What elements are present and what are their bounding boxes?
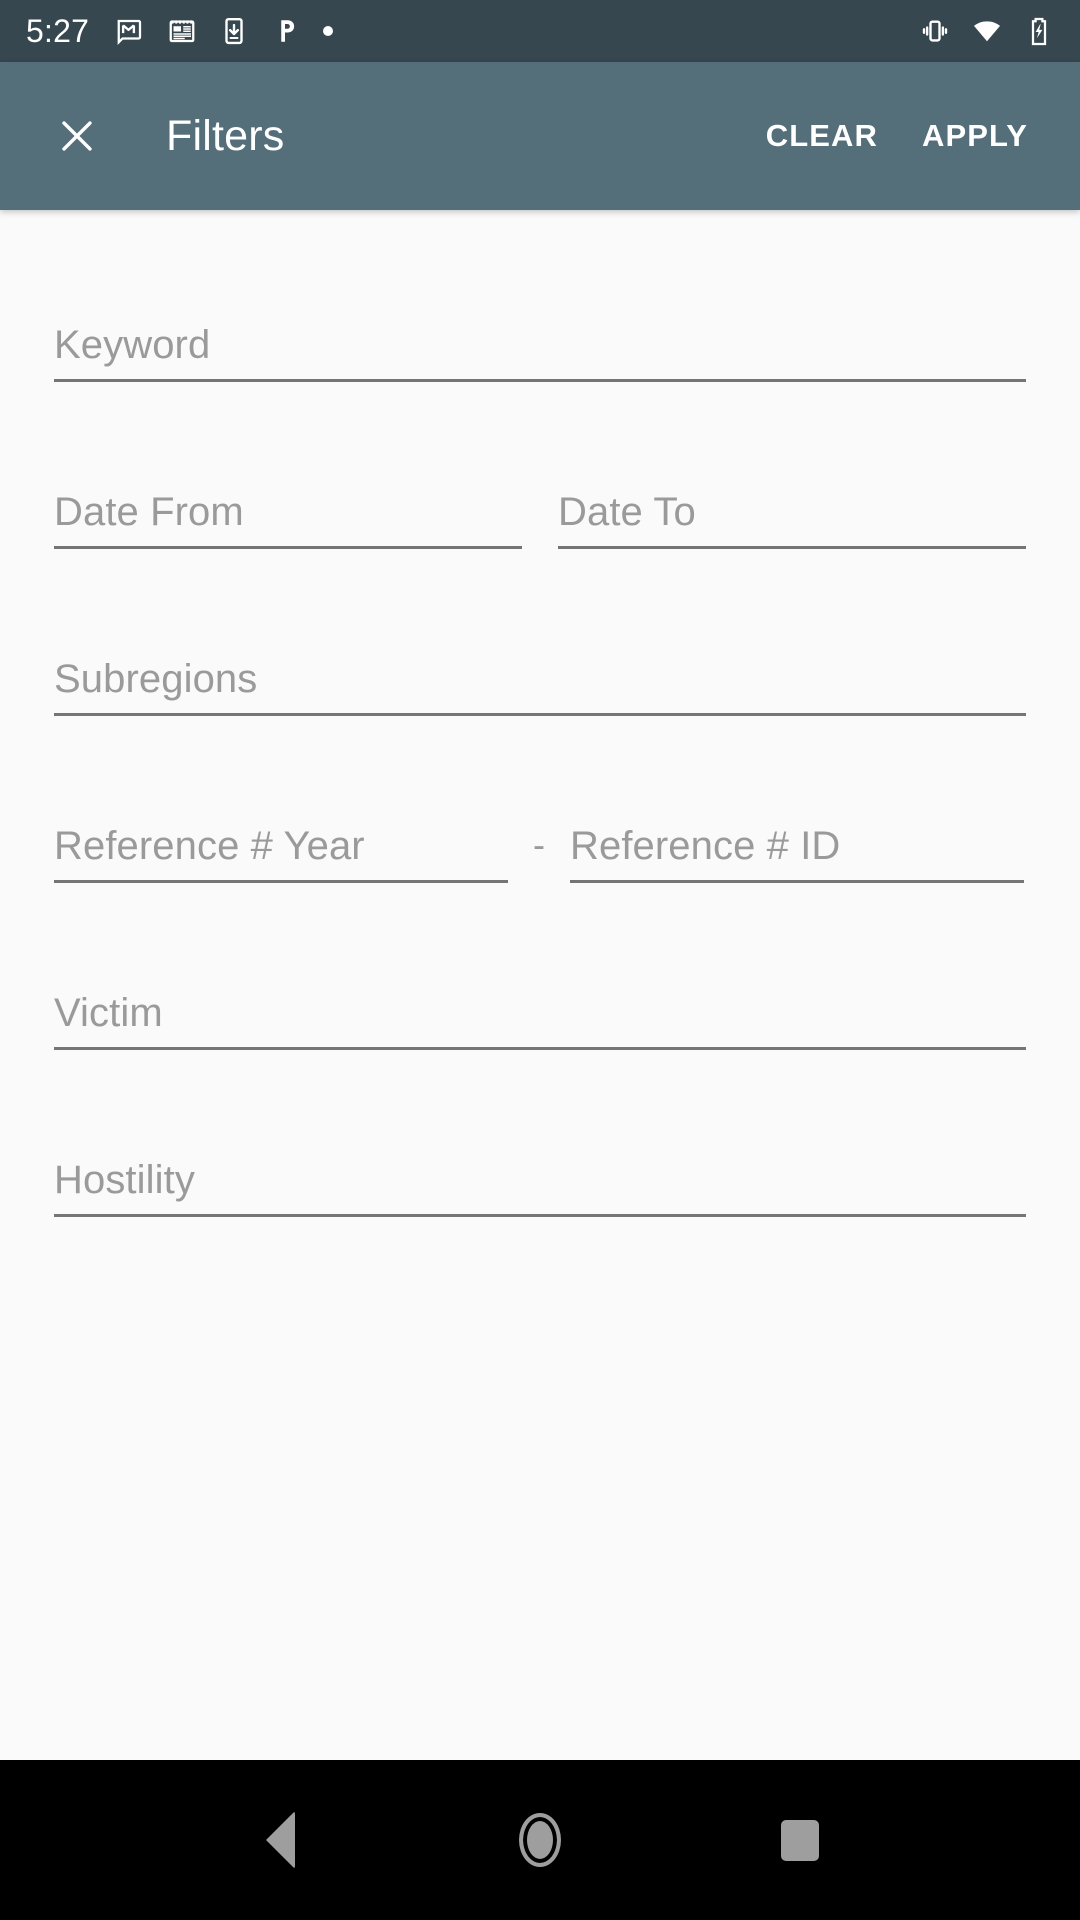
page-title: Filters bbox=[166, 111, 285, 160]
spacer-victim bbox=[54, 883, 1026, 955]
android-nav-bar bbox=[0, 1760, 1080, 1920]
gmail-icon bbox=[115, 16, 145, 46]
date-range-row: Date From Date To bbox=[54, 454, 1026, 549]
victim-row: Victim bbox=[54, 955, 1026, 1050]
keyword-placeholder: Keyword bbox=[54, 323, 211, 367]
reference-id-placeholder: Reference # ID bbox=[570, 824, 841, 868]
pandora-icon bbox=[271, 16, 301, 46]
keyword-row: Keyword bbox=[54, 287, 1026, 382]
app-bar-actions: CLEAR APPLY bbox=[744, 98, 1050, 174]
news-icon bbox=[167, 16, 197, 46]
keyword-field[interactable]: Keyword bbox=[54, 287, 1026, 382]
reference-separator: - bbox=[533, 824, 545, 865]
status-bar-left: 5:27 bbox=[26, 15, 920, 47]
date-from-placeholder: Date From bbox=[54, 490, 244, 534]
back-triangle-icon bbox=[265, 1811, 295, 1869]
battery-charging-icon bbox=[1024, 16, 1054, 46]
date-from-field[interactable]: Date From bbox=[54, 454, 522, 549]
close-icon bbox=[62, 121, 92, 151]
date-to-field[interactable]: Date To bbox=[558, 454, 1026, 549]
spacer-dates bbox=[54, 382, 1026, 454]
reference-year-field[interactable]: Reference # Year bbox=[54, 788, 508, 883]
hostility-row: Hostility bbox=[54, 1122, 1026, 1217]
nav-back-button[interactable] bbox=[220, 1780, 340, 1900]
app-bar: Filters CLEAR APPLY bbox=[0, 62, 1080, 210]
reference-id-field[interactable]: Reference # ID bbox=[570, 788, 1024, 883]
filters-form: Keyword Date From Date To Subregions Ref… bbox=[0, 210, 1080, 1760]
hostility-field[interactable]: Hostility bbox=[54, 1122, 1026, 1217]
reference-year-placeholder: Reference # Year bbox=[54, 824, 365, 868]
notification-dot-icon bbox=[323, 26, 334, 36]
close-button[interactable] bbox=[38, 97, 116, 175]
subregions-field[interactable]: Subregions bbox=[54, 621, 1026, 716]
spacer-top bbox=[54, 210, 1026, 287]
nav-recents-button[interactable] bbox=[740, 1780, 860, 1900]
apply-button[interactable]: APPLY bbox=[900, 98, 1050, 174]
vibrate-icon bbox=[920, 16, 950, 46]
victim-field[interactable]: Victim bbox=[54, 955, 1026, 1050]
reference-row: Reference # Year - Reference # ID bbox=[54, 788, 1026, 883]
spacer-hostility bbox=[54, 1050, 1026, 1122]
filters-screen: 5:27 Filters CLEAR APPLY Keyword Date Fr… bbox=[0, 0, 1080, 1920]
status-clock: 5:27 bbox=[26, 13, 90, 49]
clear-button[interactable]: CLEAR bbox=[744, 98, 900, 174]
wifi-icon bbox=[972, 16, 1002, 46]
nav-home-button[interactable] bbox=[480, 1780, 600, 1900]
victim-placeholder: Victim bbox=[54, 991, 163, 1035]
home-circle-icon bbox=[519, 1813, 561, 1867]
phone-download-icon bbox=[219, 16, 249, 46]
date-to-placeholder: Date To bbox=[558, 490, 696, 534]
spacer-subregions bbox=[54, 549, 1026, 621]
subregions-row: Subregions bbox=[54, 621, 1026, 716]
hostility-placeholder: Hostility bbox=[54, 1158, 195, 1202]
recents-square-icon bbox=[781, 1819, 819, 1861]
spacer-reference bbox=[54, 716, 1026, 788]
status-bar-right bbox=[920, 16, 1054, 46]
subregions-placeholder: Subregions bbox=[54, 657, 258, 701]
status-bar: 5:27 bbox=[0, 0, 1080, 62]
